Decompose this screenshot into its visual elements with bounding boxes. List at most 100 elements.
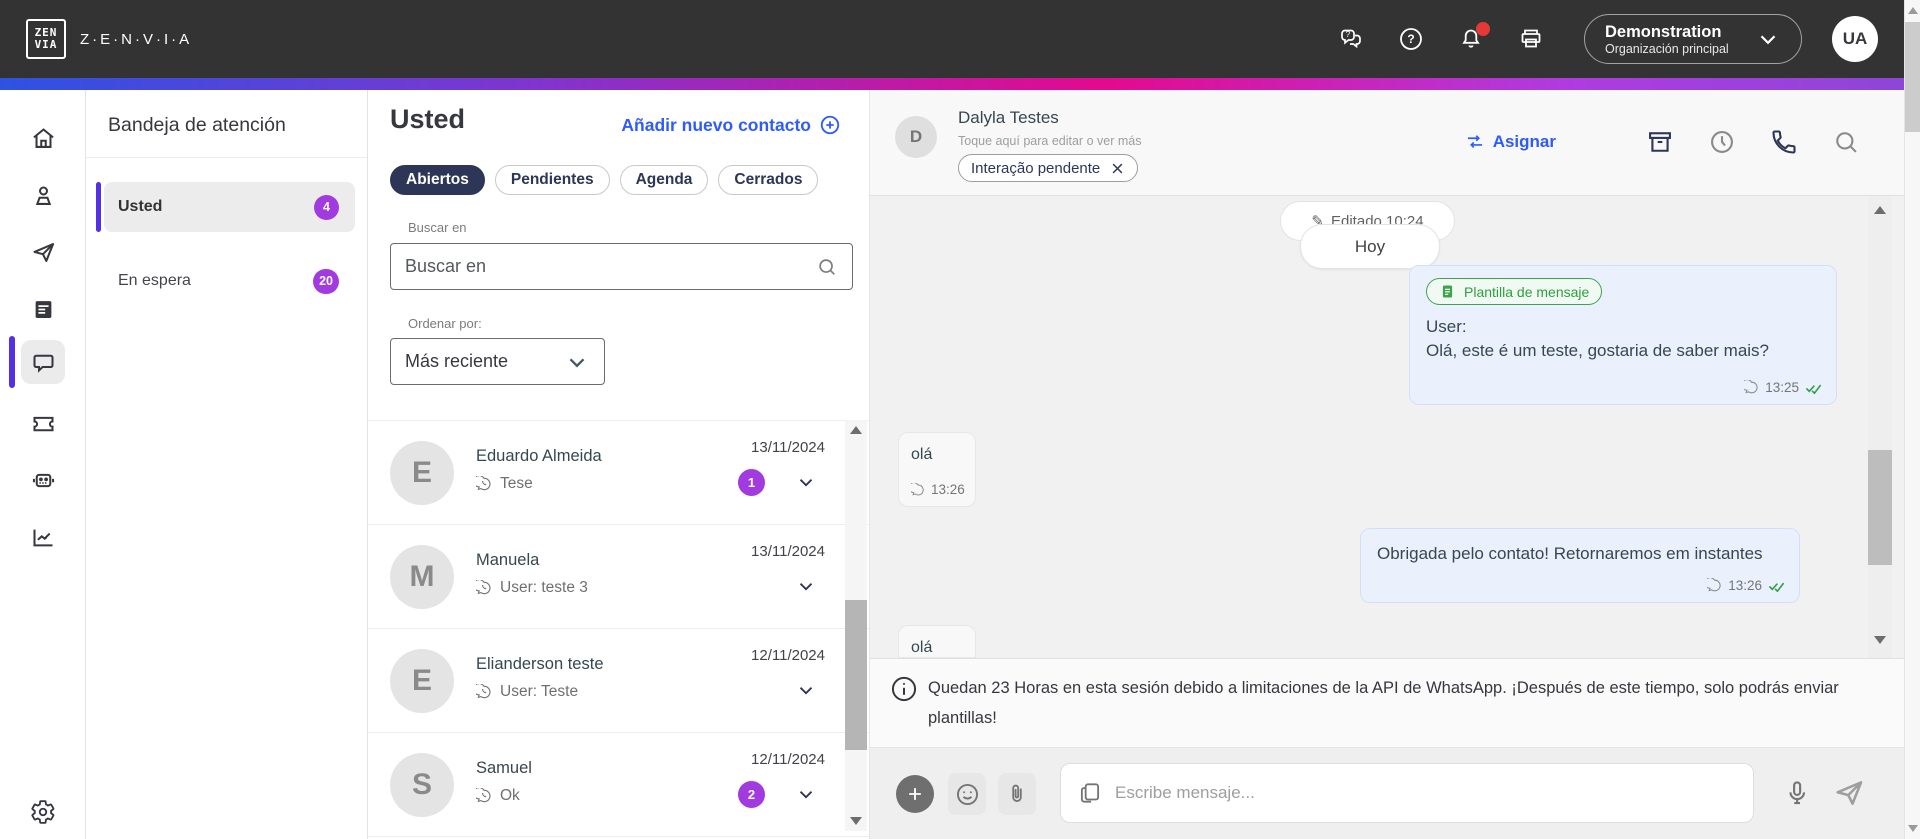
assign-button[interactable]: Asignar (1465, 132, 1556, 152)
status-tabs: Abiertos Pendientes Agenda Cerrados (390, 165, 819, 195)
chat-contact-name: Dalyla Testes (958, 108, 1059, 127)
scroll-up-arrow[interactable] (850, 426, 862, 434)
add-contact-button[interactable]: Añadir nuevo contacto (621, 114, 841, 136)
scrollbar-thumb[interactable] (845, 600, 867, 750)
expand-chevron-icon[interactable] (795, 575, 817, 597)
chat-contact-subtitle[interactable]: Toque aquí para editar o ver más (958, 134, 1141, 148)
tab-cerrados[interactable]: Cerrados (718, 165, 819, 195)
expand-chevron-icon[interactable] (795, 679, 817, 701)
sidebar-item-settings[interactable] (21, 790, 65, 834)
smiley-icon (956, 783, 978, 805)
message-line: olá (911, 639, 933, 656)
paperclip-icon (1012, 784, 1022, 802)
message-line: User: (1426, 317, 1467, 336)
session-notice-bar: Quedan 23 Horas en esta sesión debido a … (870, 658, 1904, 748)
bot-icon (32, 473, 54, 487)
expand-chevron-icon[interactable] (795, 783, 817, 805)
settings-gear-icon (31, 800, 55, 824)
svg-text:?: ? (1346, 30, 1351, 39)
search-box (390, 243, 853, 290)
message-bubble-incoming-partial: olá (898, 625, 976, 658)
sidebar-item-reports[interactable] (21, 515, 65, 559)
help-icon[interactable]: ? (1398, 26, 1424, 52)
sidebar-item-chats[interactable] (21, 340, 65, 384)
sidebar-item-home[interactable] (21, 116, 65, 160)
phone-icon[interactable] (1770, 128, 1798, 156)
scroll-down-arrow[interactable] (1907, 825, 1918, 832)
scroll-up-arrow[interactable] (1874, 206, 1886, 214)
date-separator-pill: Hoy (1300, 224, 1440, 269)
window-scrollbar[interactable] (1904, 0, 1920, 839)
close-icon[interactable] (1110, 161, 1125, 176)
support-chat-icon[interactable]: ? (1338, 26, 1364, 52)
conversation-row[interactable]: E Elianderson teste User: Teste 12/11/20… (368, 629, 869, 733)
add-attachment-button[interactable] (896, 775, 934, 813)
tab-pendientes[interactable]: Pendientes (494, 165, 610, 195)
send-icon[interactable] (1832, 776, 1866, 810)
notifications-bell-icon[interactable] (1458, 22, 1490, 52)
history-clock-icon[interactable] (1708, 128, 1736, 156)
organization-selector[interactable]: Demonstration Organización principal (1584, 14, 1802, 64)
reports-icon (32, 529, 52, 546)
sidebar-item-send[interactable] (21, 230, 65, 274)
news-icon (35, 300, 51, 318)
scroll-up-arrow[interactable] (1907, 7, 1918, 14)
organization-subtitle: Organización principal (1605, 42, 1729, 56)
message-composer (870, 748, 1904, 839)
whatsapp-icon (1707, 578, 1721, 592)
info-icon (891, 676, 917, 702)
contact-name: Eduardo Almeida (476, 447, 602, 465)
scroll-down-arrow[interactable] (850, 817, 862, 825)
read-double-check-icon (1805, 384, 1822, 394)
message-input[interactable] (1115, 783, 1737, 803)
conversation-date: 12/11/2024 (751, 647, 825, 664)
scrollbar-thumb[interactable] (1868, 450, 1892, 565)
message-bubble-incoming: olá 13:26 (898, 432, 976, 507)
home-icon (32, 127, 54, 148)
conversation-row[interactable]: S Samuel Ok 12/11/2024 2 (368, 733, 869, 837)
messages-area: ✎ Editado 10:24 Hoy Plantilla de mensaje… (870, 196, 1904, 658)
inbox-item-usted[interactable]: Usted 4 (96, 182, 355, 232)
sidebar-item-bots[interactable] (21, 458, 65, 502)
top-bar: ZEN VIA Z·E·N·V·I·A ? ? Demonstration Or… (0, 0, 1904, 78)
search-input[interactable] (405, 256, 816, 277)
template-picker-icon[interactable] (1077, 780, 1103, 806)
user-avatar[interactable]: UA (1832, 16, 1878, 62)
printer-icon[interactable] (1518, 26, 1544, 52)
conversation-tag: Interação pendente (958, 154, 1139, 182)
mic-icon[interactable] (1782, 774, 1812, 812)
sort-select[interactable]: Más reciente (390, 338, 605, 385)
icon-rail (0, 90, 86, 839)
messages-scrollbar[interactable] (1868, 196, 1892, 658)
list-scrollbar[interactable] (845, 420, 867, 831)
scrollbar-thumb[interactable] (1905, 22, 1920, 132)
last-message-preview: Tese (500, 475, 533, 492)
message-input-box (1060, 763, 1754, 823)
expand-chevron-icon[interactable] (795, 471, 817, 493)
brand-wordmark: Z·E·N·V·I·A (80, 30, 193, 48)
count-badge: 4 (314, 194, 339, 220)
template-tag: Plantilla de mensaje (1426, 278, 1603, 305)
emoji-button[interactable] (948, 773, 986, 815)
sidebar-item-tickets[interactable] (21, 401, 65, 445)
attach-file-button[interactable] (998, 773, 1036, 815)
logo-line-2: VIA (34, 38, 58, 51)
conversation-date: 12/11/2024 (751, 751, 825, 768)
search-icon[interactable] (1832, 128, 1860, 156)
contacts-panel: Usted Añadir nuevo contacto Abiertos Pen… (368, 90, 870, 839)
search-icon (819, 258, 835, 275)
scroll-down-arrow[interactable] (1874, 636, 1886, 644)
ticket-icon (32, 416, 54, 431)
inbox-item-en-espera[interactable]: En espera 20 (104, 256, 355, 306)
conversation-row[interactable]: E Eduardo Almeida Tese 13/11/2024 1 (368, 421, 869, 525)
template-doc-icon (1442, 285, 1453, 298)
whatsapp-icon (476, 788, 491, 803)
chevron-down-icon (569, 357, 585, 367)
archive-icon[interactable] (1646, 128, 1674, 156)
tab-agenda[interactable]: Agenda (619, 165, 709, 195)
sidebar-item-news[interactable] (21, 287, 65, 331)
whatsapp-icon (476, 684, 491, 699)
sidebar-item-contacts[interactable] (21, 173, 65, 217)
tab-abiertos[interactable]: Abiertos (390, 165, 485, 195)
conversation-row[interactable]: M Manuela User: teste 3 13/11/2024 (368, 525, 869, 629)
